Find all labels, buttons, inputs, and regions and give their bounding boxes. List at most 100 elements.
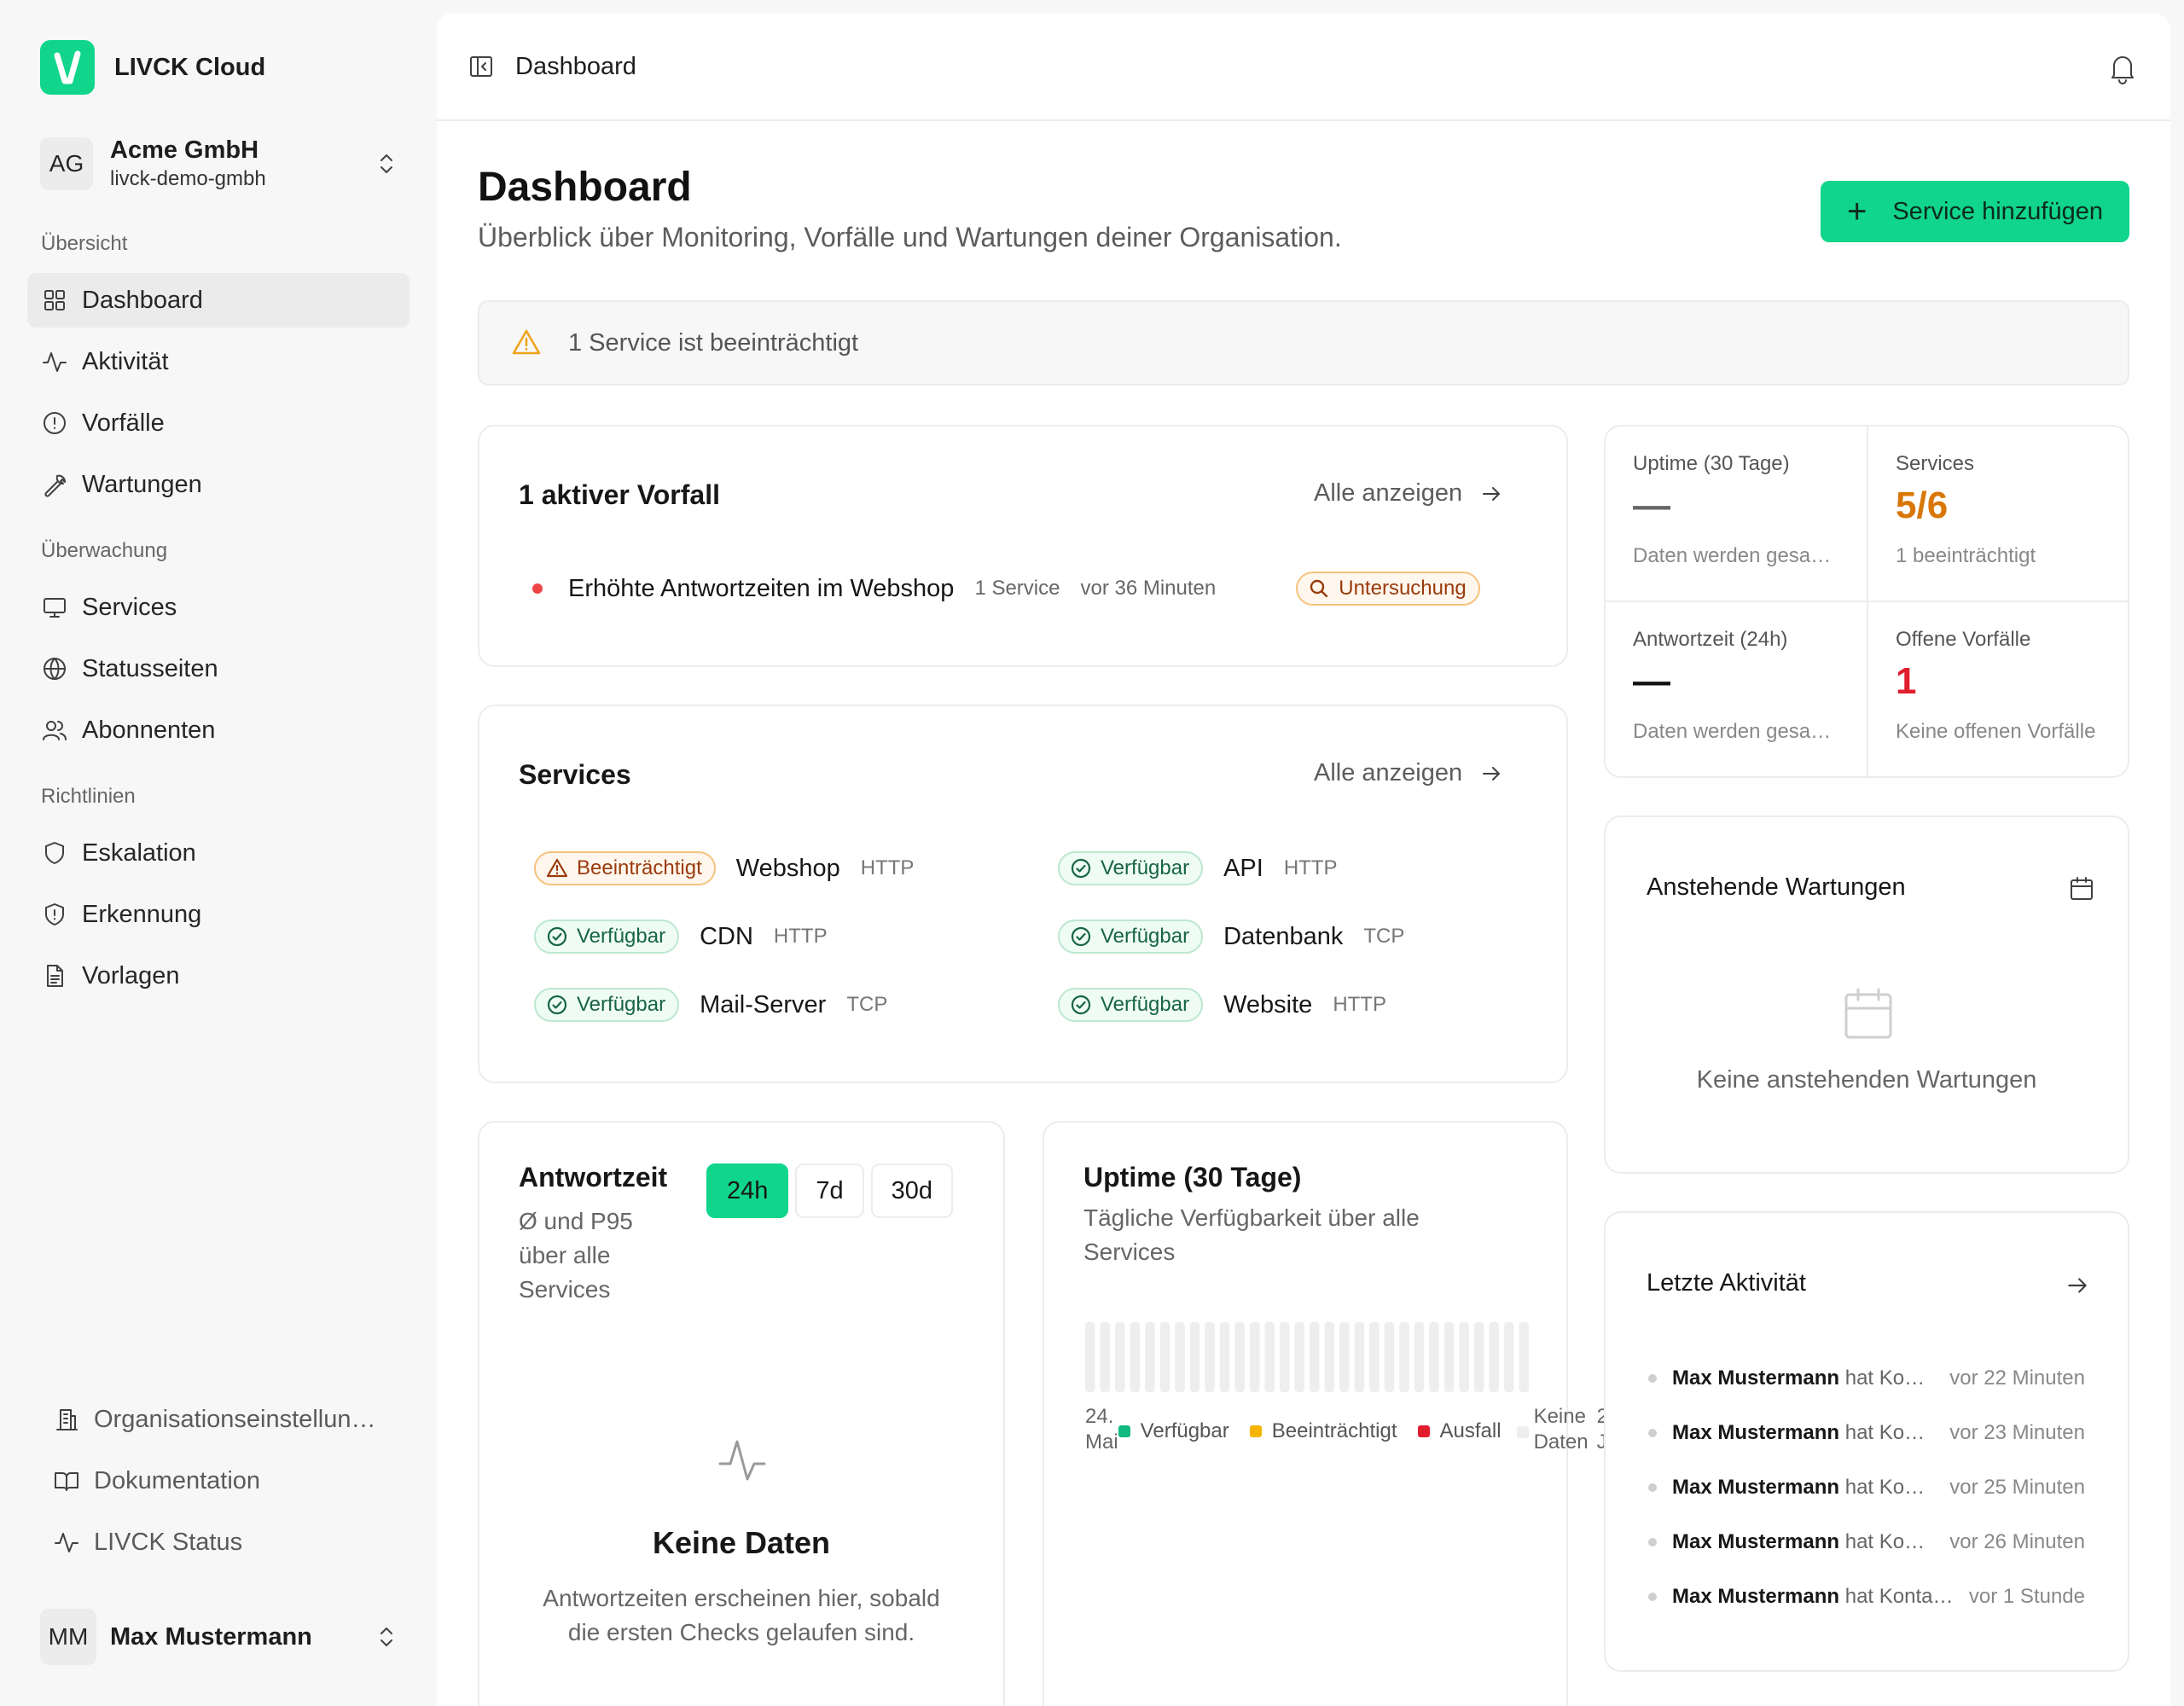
sidebar-toggle-icon[interactable]: [468, 53, 495, 80]
sidebar-item-escalation[interactable]: Eskalation: [27, 826, 410, 880]
uptime-day-bar[interactable]: [1085, 1322, 1095, 1392]
sidebar-item-dashboard[interactable]: Dashboard: [27, 273, 410, 328]
sidebar-item-org-settings[interactable]: Organisationseinstellungen: [41, 1394, 416, 1445]
uptime-day-bar[interactable]: [1205, 1322, 1215, 1392]
arrow-right-icon[interactable]: [2065, 1273, 2090, 1298]
service-status-badge: Verfügbar: [534, 920, 680, 954]
uptime-day-bar[interactable]: [1519, 1322, 1529, 1392]
chevrons-up-down-icon: [380, 1628, 392, 1646]
sidebar-item-activity[interactable]: Aktivität: [27, 334, 410, 389]
sidebar-item-label: Organisationseinstellungen: [94, 1405, 384, 1433]
service-protocol: HTTP: [1283, 856, 1338, 879]
uptime-day-bar[interactable]: [1503, 1322, 1514, 1392]
users-icon: [43, 721, 67, 740]
warning-triangle-icon: [512, 329, 541, 355]
sidebar-item-livck-status[interactable]: LIVCK Status: [41, 1517, 416, 1568]
activity-text: Max Mustermann hat Kontakt erstellt: [1672, 1476, 1928, 1500]
org-switcher[interactable]: AG Acme GmbH livck-demo-gmbh: [40, 130, 398, 198]
activity-user: Max Mustermann: [1672, 1476, 1840, 1499]
response-time-card: Antwortzeit Ø und P95 über alle Services…: [478, 1121, 1005, 1706]
legend-label: Beeinträchtigt: [1271, 1419, 1397, 1442]
uptime-day-bar[interactable]: [1384, 1322, 1395, 1392]
add-service-button[interactable]: + Service hinzufügen: [1821, 181, 2129, 242]
sidebar-item-incidents[interactable]: Vorfälle: [27, 396, 410, 450]
user-menu[interactable]: MM Max Mustermann: [40, 1605, 398, 1668]
uptime-day-bar[interactable]: [1473, 1322, 1484, 1392]
incident-services: 1 Service: [974, 577, 1060, 600]
stat-label: Offene Vorfälle: [1896, 628, 2031, 651]
activity-user: Max Mustermann: [1672, 1421, 1840, 1444]
legend-outage: Ausfall: [1417, 1419, 1502, 1443]
uptime-day-bar[interactable]: [1234, 1322, 1245, 1392]
uptime-day-bar[interactable]: [1219, 1322, 1230, 1392]
service-row-database[interactable]: Verfügbar Datenbank TCP: [1058, 920, 1404, 954]
bell-icon[interactable]: [2106, 51, 2140, 85]
activity-row[interactable]: Max Mustermann hat Kontakt erstellt vor …: [1648, 1361, 2085, 1396]
service-name: API: [1223, 854, 1263, 882]
calendar-icon[interactable]: [2068, 875, 2095, 902]
activity-row[interactable]: Max Mustermann hat Kontakt erstellt vor …: [1648, 1580, 2085, 1614]
incidents-view-all-link[interactable]: Alle anzeigen: [1314, 479, 1503, 508]
uptime-day-bar[interactable]: [1489, 1322, 1499, 1392]
services-view-all-link[interactable]: Alle anzeigen: [1314, 759, 1503, 787]
activity-row[interactable]: Max Mustermann hat Kontakt erstellt vor …: [1648, 1525, 2085, 1559]
activity-user: Max Mustermann: [1672, 1530, 1840, 1553]
range-30d-button[interactable]: 30d: [870, 1163, 954, 1218]
service-row-cdn[interactable]: Verfügbar CDN HTTP: [534, 920, 828, 954]
uptime-day-bar[interactable]: [1279, 1322, 1290, 1392]
activity-title: Letzte Aktivität: [1647, 1269, 1806, 1297]
range-24h-button[interactable]: 24h: [706, 1163, 789, 1218]
maintenance-empty: Keine anstehenden Wartungen: [1696, 1066, 2037, 1094]
sidebar-item-status-pages[interactable]: Statusseiten: [27, 641, 410, 696]
service-row-webshop[interactable]: Beeinträchtigt Webshop HTTP: [534, 851, 914, 885]
sidebar-item-templates[interactable]: Vorlagen: [27, 949, 410, 1003]
incidents-card: 1 aktiver Vorfall Alle anzeigen Erhöhte …: [478, 425, 1568, 667]
uptime-day-bar[interactable]: [1459, 1322, 1469, 1392]
activity-row[interactable]: Max Mustermann hat Kontakt erstellt vor …: [1648, 1471, 2085, 1505]
uptime-day-bar[interactable]: [1264, 1322, 1275, 1392]
uptime-day-bar[interactable]: [1145, 1322, 1155, 1392]
uptime-day-bar[interactable]: [1159, 1322, 1170, 1392]
uptime-day-bar[interactable]: [1369, 1322, 1380, 1392]
sidebar-item-maintenances[interactable]: Wartungen: [27, 457, 410, 512]
activity-text: Max Mustermann hat Kontakt erstellt: [1672, 1585, 1954, 1609]
uptime-day-bar[interactable]: [1443, 1322, 1455, 1392]
calendar-icon: [1844, 988, 1892, 1039]
uptime-day-bar[interactable]: [1294, 1322, 1304, 1392]
uptime-day-bar[interactable]: [1189, 1322, 1200, 1392]
incident-row[interactable]: Erhöhte Antwortzeiten im Webshop 1 Servi…: [532, 572, 1539, 606]
uptime-day-bar[interactable]: [1429, 1322, 1439, 1392]
brand[interactable]: LIVCK Cloud: [40, 40, 265, 95]
uptime-day-bar[interactable]: [1339, 1322, 1350, 1392]
service-row-api[interactable]: Verfügbar API HTTP: [1058, 851, 1338, 885]
sidebar-item-docs[interactable]: Dokumentation: [41, 1455, 416, 1506]
uptime-day-bar[interactable]: [1324, 1322, 1335, 1392]
uptime-day-bar[interactable]: [1310, 1322, 1320, 1392]
check-circle-icon: [1071, 995, 1091, 1015]
sidebar-item-subscribers[interactable]: Abonnenten: [27, 703, 410, 757]
uptime-day-bar[interactable]: [1414, 1322, 1425, 1392]
uptime-day-bar[interactable]: [1354, 1322, 1365, 1392]
incident-status-dot: [532, 583, 543, 594]
activity-time: vor 1 Stunde: [1968, 1585, 2085, 1608]
range-7d-button[interactable]: 7d: [795, 1163, 864, 1218]
uptime-day-bar[interactable]: [1175, 1322, 1185, 1392]
shield-icon: [45, 842, 64, 864]
uptime-day-bar[interactable]: [1249, 1322, 1260, 1392]
uptime-day-bar[interactable]: [1115, 1322, 1125, 1392]
activity-row[interactable]: Max Mustermann hat Kontakt erstellt vor …: [1648, 1416, 2085, 1450]
sidebar-item-label: Aktivität: [82, 347, 169, 375]
uptime-day-bar[interactable]: [1100, 1322, 1111, 1392]
sidebar-item-services[interactable]: Services: [27, 580, 410, 635]
legend-swatch: [1118, 1425, 1130, 1437]
activity-action: hat Kontakt erstellt: [1844, 1421, 1928, 1444]
uptime-card: Uptime (30 Tage) Tägliche Verfügbarkeit …: [1043, 1121, 1635, 1706]
uptime-day-bar[interactable]: [1399, 1322, 1409, 1392]
sidebar-item-label: Erkennung: [82, 900, 202, 928]
sidebar-item-label: Abonnenten: [82, 716, 216, 744]
service-row-website[interactable]: Verfügbar Website HTTP: [1058, 988, 1386, 1022]
sidebar-item-detection[interactable]: Erkennung: [27, 887, 410, 942]
service-row-mail-server[interactable]: Verfügbar Mail-Server TCP: [534, 988, 887, 1022]
incident-status-badge: Untersuchung: [1296, 572, 1480, 606]
uptime-day-bar[interactable]: [1130, 1322, 1141, 1392]
